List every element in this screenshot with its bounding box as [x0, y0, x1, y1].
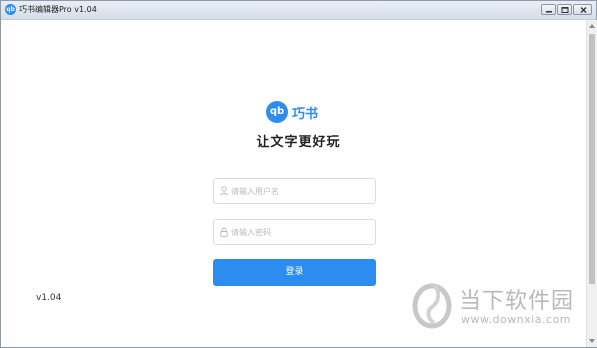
lock-icon: [220, 227, 228, 237]
scroll-down-arrow-icon[interactable]: [589, 339, 595, 343]
maximize-icon: [561, 7, 569, 13]
close-icon: [580, 7, 587, 13]
title-bar[interactable]: qb 巧书编辑器Pro v1.04: [1, 1, 596, 20]
scroll-up-arrow-icon[interactable]: [589, 24, 595, 28]
slogan: 让文字更好玩: [256, 135, 341, 150]
window-controls: [541, 4, 592, 15]
brand-name: 巧书: [292, 106, 319, 122]
login-button[interactable]: 登录: [213, 259, 376, 286]
version-label: v1.04: [36, 293, 62, 303]
user-icon: [220, 186, 228, 196]
maximize-button[interactable]: [557, 4, 572, 15]
brand-logo-icon: qb: [266, 101, 288, 123]
watermark-name: 当下软件园: [459, 289, 575, 314]
brand-logo: qb 巧书: [266, 101, 318, 123]
minimize-icon: [546, 11, 552, 13]
watermark-url: www.downxia.com: [461, 313, 571, 326]
username-field[interactable]: 请输入用户名: [213, 178, 376, 204]
close-button[interactable]: [573, 4, 592, 15]
app-logo-icon: qb: [5, 4, 16, 15]
scroll-thumb[interactable]: [589, 34, 595, 284]
window-title: 巧书编辑器Pro v1.04: [19, 5, 97, 14]
minimize-button[interactable]: [541, 4, 556, 15]
vertical-scrollbar[interactable]: [586, 20, 597, 347]
password-placeholder: 请输入密码: [231, 228, 271, 237]
username-placeholder: 请输入用户名: [231, 187, 279, 196]
password-field[interactable]: 请输入密码: [213, 219, 376, 245]
watermark-logo-icon: [412, 283, 452, 329]
